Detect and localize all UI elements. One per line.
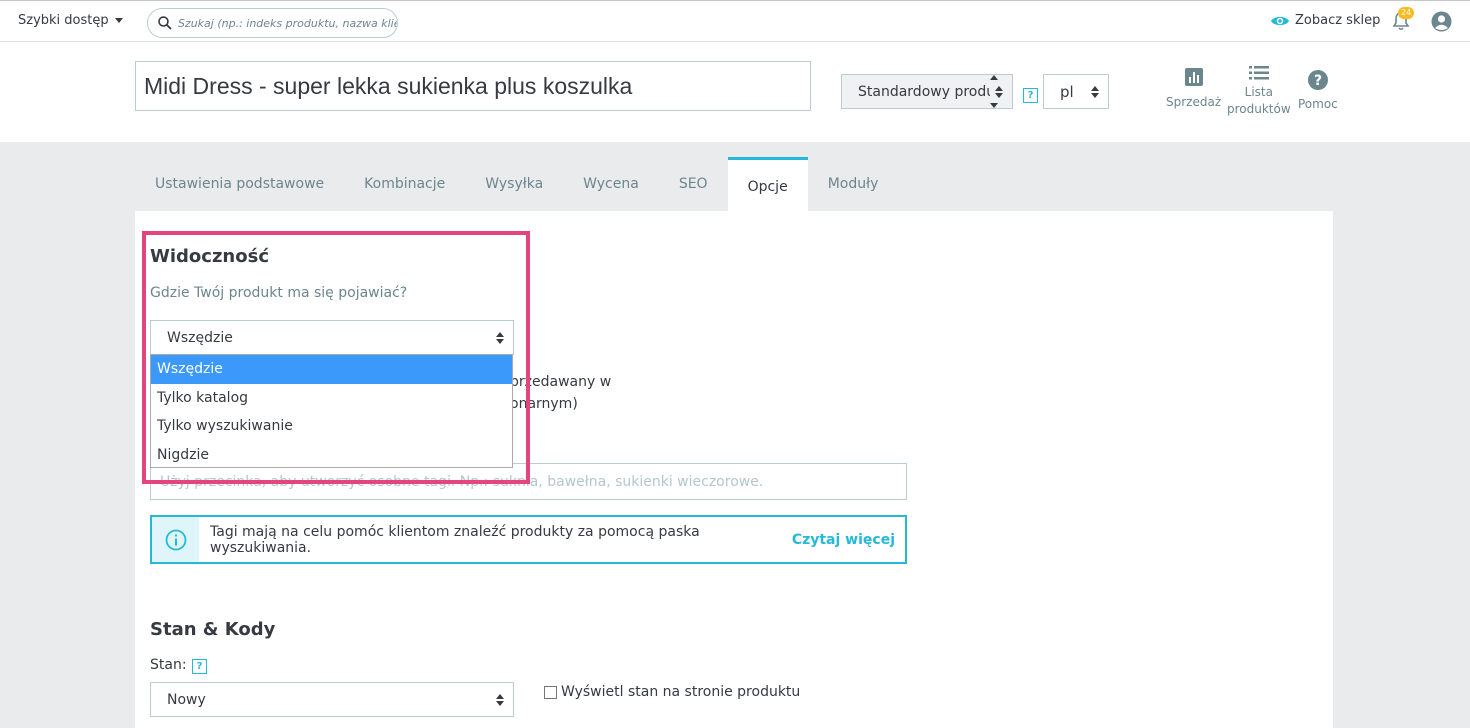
condition-selected-value: Nowy bbox=[167, 691, 206, 708]
read-more-link[interactable]: Czytaj więcej bbox=[792, 532, 895, 548]
condition-help-icon[interactable]: ? bbox=[192, 659, 207, 674]
tab-pricing[interactable]: Wycena bbox=[563, 157, 659, 211]
info-icon bbox=[165, 529, 186, 550]
visibility-select[interactable]: Wszędzie bbox=[150, 320, 514, 355]
visibility-option-everywhere[interactable]: Wszędzie bbox=[151, 355, 512, 384]
search-input[interactable] bbox=[177, 16, 397, 30]
tab-seo[interactable]: SEO bbox=[659, 157, 728, 211]
behind-text-line-1: przedawany w bbox=[510, 374, 612, 390]
notifications-badge: 24 bbox=[1398, 7, 1415, 19]
product-name-input[interactable]: Midi Dress - super lekka sukienka plus k… bbox=[135, 61, 811, 111]
tab-basic-settings[interactable]: Ustawienia podstawowe bbox=[135, 157, 344, 211]
condition-label: Stan: bbox=[150, 657, 187, 673]
select-arrows-icon bbox=[496, 332, 504, 344]
visibility-option-search-only[interactable]: Tylko wyszukiwanie bbox=[151, 412, 512, 441]
language-value: pl bbox=[1060, 82, 1074, 101]
visibility-option-nowhere[interactable]: Nigdzie bbox=[151, 441, 512, 470]
visibility-option-catalog-only[interactable]: Tylko katalog bbox=[151, 384, 512, 413]
show-condition-checkbox[interactable] bbox=[544, 685, 557, 699]
help-label: Pomoc bbox=[1298, 97, 1338, 111]
bar-chart-icon bbox=[1184, 68, 1203, 86]
condition-heading: Stan & Kody bbox=[150, 619, 276, 640]
svg-text:?: ? bbox=[1314, 73, 1322, 89]
view-shop-link[interactable]: Zobacz sklep bbox=[1270, 13, 1380, 28]
product-name-value: Midi Dress - super lekka sukienka plus k… bbox=[144, 72, 633, 99]
tab-shipping[interactable]: Wysyłka bbox=[465, 157, 563, 211]
product-type-value: Standardowy produkt bbox=[858, 83, 1009, 100]
select-arrows-icon bbox=[496, 694, 504, 706]
show-condition-row: Wyświetl stan na stronie produktu bbox=[544, 684, 800, 700]
behind-text-line-2: onarnym) bbox=[510, 396, 578, 412]
chevron-down-icon bbox=[114, 18, 123, 23]
search-box[interactable] bbox=[147, 8, 398, 38]
show-condition-label: Wyświetl stan na stronie produktu bbox=[561, 684, 801, 700]
product-type-select[interactable]: Standardowy produkt bbox=[841, 74, 1013, 109]
sales-label: Sprzedaż bbox=[1166, 95, 1222, 109]
tab-combinations[interactable]: Kombinacje bbox=[344, 157, 465, 211]
select-arrows-icon bbox=[1091, 86, 1099, 98]
tags-placeholder: Użyj przecinka, aby utworzyć osobne tagi… bbox=[160, 473, 764, 490]
product-list-button[interactable]: Lista produktów bbox=[1227, 66, 1291, 118]
help-button[interactable]: ? Pomoc bbox=[1298, 70, 1338, 113]
language-select[interactable]: pl bbox=[1043, 74, 1109, 109]
view-shop-label: Zobacz sklep bbox=[1295, 13, 1381, 28]
visibility-selected-value: Wszędzie bbox=[167, 329, 233, 346]
select-arrows-icon bbox=[995, 86, 1003, 98]
tags-info-alert: Tagi mają na celu pomóc klientom znaleźć… bbox=[150, 515, 907, 564]
sales-button[interactable]: Sprzedaż bbox=[1166, 68, 1221, 111]
top-bar: Szybki dostęp Zobacz sklep 24 bbox=[0, 0, 1470, 42]
condition-select[interactable]: Nowy bbox=[150, 682, 514, 717]
tags-info-text: Tagi mają na celu pomóc klientom znaleźć… bbox=[210, 523, 700, 556]
user-avatar-button[interactable] bbox=[1431, 11, 1452, 36]
info-icon-area bbox=[152, 517, 199, 562]
user-icon bbox=[1431, 11, 1452, 32]
tab-options[interactable]: Opcje bbox=[727, 157, 808, 211]
question-circle-icon: ? bbox=[1307, 70, 1328, 90]
product-list-label-1: Lista bbox=[1244, 85, 1273, 99]
eye-icon bbox=[1271, 16, 1289, 25]
product-header: Midi Dress - super lekka sukienka plus k… bbox=[0, 42, 1470, 142]
available-for-order-label-fragment: przedawany w onarnym) bbox=[510, 371, 611, 415]
search-icon bbox=[158, 16, 172, 30]
quick-access-menu[interactable]: Szybki dostęp bbox=[18, 13, 123, 28]
product-type-help-icon[interactable]: ? bbox=[1023, 88, 1038, 103]
visibility-question: Gdzie Twój produkt ma się pojawiać? bbox=[150, 285, 408, 301]
tab-modules[interactable]: Moduły bbox=[808, 157, 899, 211]
quick-access-label: Szybki dostęp bbox=[18, 13, 109, 28]
product-list-label-2: produktów bbox=[1227, 102, 1291, 116]
product-tabs: Ustawienia podstawowe Kombinacje Wysyłka… bbox=[135, 157, 898, 211]
list-icon bbox=[1248, 66, 1269, 80]
visibility-heading: Widoczność bbox=[150, 246, 269, 267]
visibility-dropdown-list: Wszędzie Tylko katalog Tylko wyszukiwani… bbox=[150, 354, 513, 468]
